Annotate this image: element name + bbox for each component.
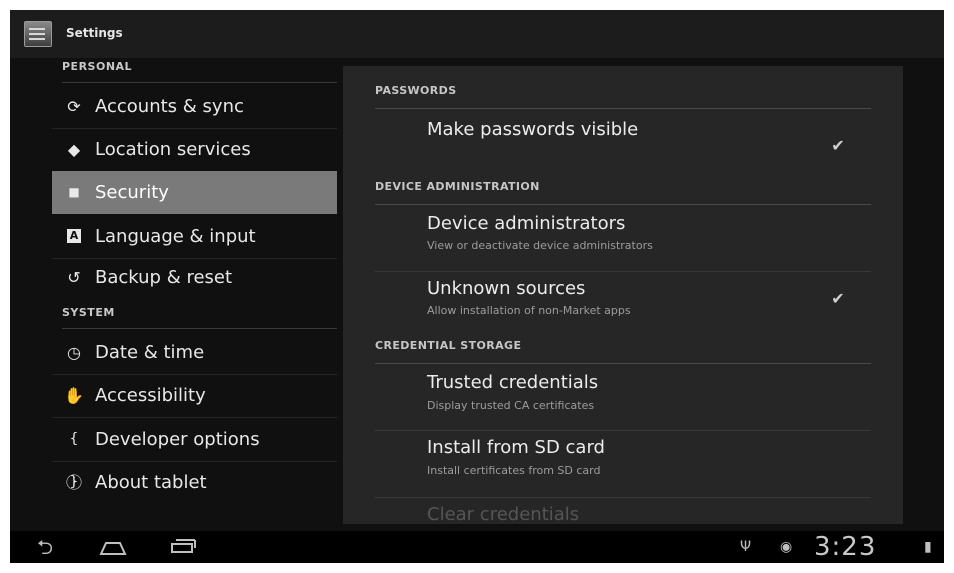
section-header-device-administration: DEVICE ADMINISTRATION: [375, 180, 871, 205]
sidebar-item-label: About tablet: [95, 472, 207, 493]
category-header-personal: PERSONAL: [62, 60, 337, 83]
pref-title: Unknown sources: [427, 278, 586, 299]
sidebar-item-label: Language & input: [95, 226, 256, 247]
pref-title: Clear credentials: [427, 504, 580, 524]
backup-icon: ↺: [67, 268, 81, 287]
back-icon[interactable]: ⮌: [28, 535, 62, 559]
pref-title: Device administrators: [427, 213, 626, 234]
sidebar-item-label: Date & time: [95, 342, 205, 363]
settings-icon[interactable]: [24, 21, 52, 47]
pref-title: Trusted credentials: [427, 372, 599, 393]
sidebar-item-accounts-sync[interactable]: ⟳ Accounts & sync: [52, 85, 337, 129]
pref-summary: Display trusted CA certificates: [427, 399, 595, 412]
sidebar-item-label: Security: [95, 182, 169, 203]
pref-summary: Allow installation of non-Market apps: [427, 304, 631, 317]
tablet-screen: Settings PERSONAL ⟳ Accounts & sync ◆ Lo…: [10, 10, 944, 563]
sidebar-item-security[interactable]: ■ Security: [52, 171, 337, 214]
sidebar-item-label: Accessibility: [95, 385, 206, 406]
make-passwords-visible-row[interactable]: Make passwords visible ✔: [375, 109, 871, 171]
pref-title: Install from SD card: [427, 437, 605, 458]
hand-icon: ✋: [64, 386, 84, 405]
location-icon: ◆: [67, 140, 81, 159]
security-settings-panel: PASSWORDS Make passwords visible ✔ DEVIC…: [343, 66, 903, 524]
pref-summary: View or deactivate device administrators: [427, 239, 653, 252]
language-icon: A: [67, 229, 81, 243]
sidebar-item-language-input[interactable]: A Language & input: [52, 215, 337, 259]
app-title: Settings: [66, 26, 123, 40]
status-clock: 3:23: [814, 532, 877, 562]
sidebar-item-label: Backup & reset: [95, 267, 233, 288]
pref-title: Make passwords visible: [427, 119, 639, 140]
trusted-credentials-row[interactable]: Trusted credentials Display trusted CA c…: [375, 364, 871, 431]
make-passwords-visible-checkbox[interactable]: ✔: [829, 137, 847, 155]
sidebar-item-backup-reset[interactable]: ↺ Backup & reset: [52, 258, 337, 296]
action-bar: Settings: [10, 10, 944, 58]
device-administrators-row[interactable]: Device administrators View or deactivate…: [375, 205, 871, 272]
sidebar-item-date-time[interactable]: ◷ Date & time: [52, 331, 337, 375]
category-header-system: SYSTEM: [62, 306, 337, 329]
usb-icon: Ψ: [740, 539, 752, 555]
section-header-passwords: PASSWORDS: [375, 84, 871, 109]
info-icon: ⓘ: [65, 473, 82, 492]
android-icon: ◉: [780, 539, 793, 555]
sidebar-item-location-services[interactable]: ◆ Location services: [52, 128, 337, 172]
section-header-credential-storage: CREDENTIAL STORAGE: [375, 339, 871, 364]
system-bar: ⮌ Ψ ◉ 3:23 ▮: [10, 531, 944, 563]
settings-sidebar: PERSONAL ⟳ Accounts & sync ◆ Location se…: [10, 58, 340, 513]
sidebar-item-label: Location services: [95, 139, 251, 160]
clear-credentials-row: Clear credentials: [375, 498, 871, 524]
lock-icon: ■: [68, 185, 80, 199]
recents-shape: [171, 539, 196, 553]
sidebar-item-developer-options[interactable]: { } Developer options: [52, 418, 337, 490]
clock-icon: ◷: [67, 343, 81, 362]
battery-icon: ▮: [924, 539, 932, 555]
unknown-sources-row[interactable]: Unknown sources Allow installation of no…: [375, 272, 871, 336]
sidebar-item-about-tablet[interactable]: ⓘ About tablet: [52, 461, 337, 504]
sidebar-item-label: Developer options: [95, 429, 260, 450]
sidebar-item-label: Accounts & sync: [95, 96, 244, 117]
unknown-sources-checkbox[interactable]: ✔: [829, 290, 847, 308]
pref-summary: Install certificates from SD card: [427, 464, 601, 477]
sidebar-item-accessibility[interactable]: ✋ Accessibility: [52, 374, 337, 418]
recents-icon[interactable]: [166, 535, 200, 559]
sync-icon: ⟳: [67, 97, 81, 116]
home-shape: [99, 542, 127, 555]
home-icon[interactable]: [96, 535, 130, 559]
install-from-sd-card-row[interactable]: Install from SD card Install certificate…: [375, 431, 871, 498]
